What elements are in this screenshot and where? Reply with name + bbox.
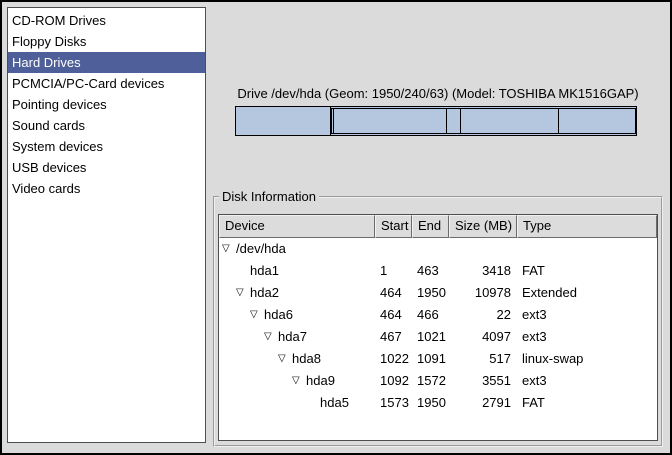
column-header-start[interactable]: Start xyxy=(375,215,412,238)
table-row-hda1[interactable]: hda1 14633418FAT xyxy=(219,260,657,282)
expander-triangle-icon[interactable]: ▽ xyxy=(292,370,306,392)
device-name: hda1 xyxy=(250,260,279,282)
device-cell: hda5 xyxy=(219,392,375,414)
device-name: hda2 xyxy=(250,282,279,304)
table-row-hda6[interactable]: ▽hda646446622ext3 xyxy=(219,304,657,326)
size-cell xyxy=(449,238,517,260)
type-cell: FAT xyxy=(517,392,657,414)
sidebar-item-usb-devices[interactable]: USB devices xyxy=(8,157,205,178)
sidebar-item-hard-drives[interactable]: Hard Drives xyxy=(8,52,205,73)
partition-divider xyxy=(460,109,461,133)
partition-segment-hda1 xyxy=(236,107,331,135)
type-cell: Extended xyxy=(517,282,657,304)
size-cell: 22 xyxy=(449,304,517,326)
disk-table-body: ▽/dev/hdahda114633418FAT▽hda246419501097… xyxy=(219,238,657,414)
table-row-hda9[interactable]: ▽hda9109215723551ext3 xyxy=(219,370,657,392)
end-cell: 1091 xyxy=(412,348,449,370)
column-header-type[interactable]: Type xyxy=(517,215,657,238)
size-cell: 3551 xyxy=(449,370,517,392)
device-cell: ▽hda9 xyxy=(219,370,375,392)
partition-segment-hda2-extended xyxy=(331,108,636,134)
end-cell: 1950 xyxy=(412,392,449,414)
device-name: hda9 xyxy=(306,370,335,392)
expander-triangle-icon[interactable]: ▽ xyxy=(278,348,292,370)
sidebar-item-system-devices[interactable]: System devices xyxy=(8,136,205,157)
expander-triangle-icon[interactable]: ▽ xyxy=(250,304,264,326)
sidebar-item-pointing-devices[interactable]: Pointing devices xyxy=(8,94,205,115)
device-name: hda7 xyxy=(278,326,307,348)
type-cell xyxy=(517,238,657,260)
type-cell: FAT xyxy=(517,260,657,282)
start-cell: 1573 xyxy=(375,392,412,414)
start-cell xyxy=(375,238,412,260)
table-row--dev-hda[interactable]: ▽/dev/hda xyxy=(219,238,657,260)
start-cell: 1022 xyxy=(375,348,412,370)
table-row-hda5[interactable]: hda5 157319502791FAT xyxy=(219,392,657,414)
column-header-end[interactable]: End xyxy=(412,215,449,238)
device-cell: ▽hda6 xyxy=(219,304,375,326)
device-name: hda8 xyxy=(292,348,321,370)
hardware-browser-window: CD-ROM DrivesFloppy DisksHard DrivesPCMC… xyxy=(0,0,672,455)
size-cell: 517 xyxy=(449,348,517,370)
disk-information-frame-label: Disk Information xyxy=(219,189,319,205)
device-name: hda6 xyxy=(264,304,293,326)
device-cell: ▽hda2 xyxy=(219,282,375,304)
device-category-list[interactable]: CD-ROM DrivesFloppy DisksHard DrivesPCMC… xyxy=(7,7,206,443)
type-cell: ext3 xyxy=(517,326,657,348)
device-name: hda5 xyxy=(320,392,349,414)
end-cell: 1950 xyxy=(412,282,449,304)
start-cell: 1 xyxy=(375,260,412,282)
type-cell: linux-swap xyxy=(517,348,657,370)
end-cell: 463 xyxy=(412,260,449,282)
partition-bar xyxy=(235,106,637,136)
table-row-hda8[interactable]: ▽hda810221091517linux-swap xyxy=(219,348,657,370)
type-cell: ext3 xyxy=(517,304,657,326)
table-row-hda2[interactable]: ▽hda2464195010978Extended xyxy=(219,282,657,304)
size-cell: 2791 xyxy=(449,392,517,414)
size-cell: 3418 xyxy=(449,260,517,282)
type-cell: ext3 xyxy=(517,370,657,392)
sidebar-item-floppy-disks[interactable]: Floppy Disks xyxy=(8,31,205,52)
start-cell: 464 xyxy=(375,282,412,304)
sidebar-item-sound-cards[interactable]: Sound cards xyxy=(8,115,205,136)
start-cell: 464 xyxy=(375,304,412,326)
disk-table-header: DeviceStartEndSize (MB)Type xyxy=(219,215,657,238)
partition-divider xyxy=(333,109,334,133)
size-cell: 10978 xyxy=(449,282,517,304)
partition-divider xyxy=(446,109,447,133)
column-header-device[interactable]: Device xyxy=(219,215,375,238)
end-cell: 1572 xyxy=(412,370,449,392)
device-cell: ▽hda8 xyxy=(219,348,375,370)
sidebar-item-video-cards[interactable]: Video cards xyxy=(8,178,205,199)
device-cell: ▽/dev/hda xyxy=(219,238,375,260)
size-cell: 4097 xyxy=(449,326,517,348)
end-cell: 466 xyxy=(412,304,449,326)
start-cell: 467 xyxy=(375,326,412,348)
expander-triangle-icon[interactable]: ▽ xyxy=(264,326,278,348)
sidebar-item-cd-rom-drives[interactable]: CD-ROM Drives xyxy=(8,10,205,31)
partition-divider xyxy=(558,109,559,133)
drive-info-label: Drive /dev/hda (Geom: 1950/240/63) (Mode… xyxy=(213,86,663,102)
end-cell xyxy=(412,238,449,260)
device-name: /dev/hda xyxy=(236,238,286,260)
table-row-hda7[interactable]: ▽hda746710214097ext3 xyxy=(219,326,657,348)
device-cell: hda1 xyxy=(219,260,375,282)
expander-triangle-icon[interactable]: ▽ xyxy=(236,282,250,304)
sidebar-item-pcmcia-pc-card-devices[interactable]: PCMCIA/PC-Card devices xyxy=(8,73,205,94)
expander-triangle-icon[interactable]: ▽ xyxy=(222,238,236,260)
device-cell: ▽hda7 xyxy=(219,326,375,348)
column-header-size-mb-[interactable]: Size (MB) xyxy=(449,215,517,238)
disk-information-table: DeviceStartEndSize (MB)Type ▽/dev/hdahda… xyxy=(218,214,658,441)
end-cell: 1021 xyxy=(412,326,449,348)
start-cell: 1092 xyxy=(375,370,412,392)
